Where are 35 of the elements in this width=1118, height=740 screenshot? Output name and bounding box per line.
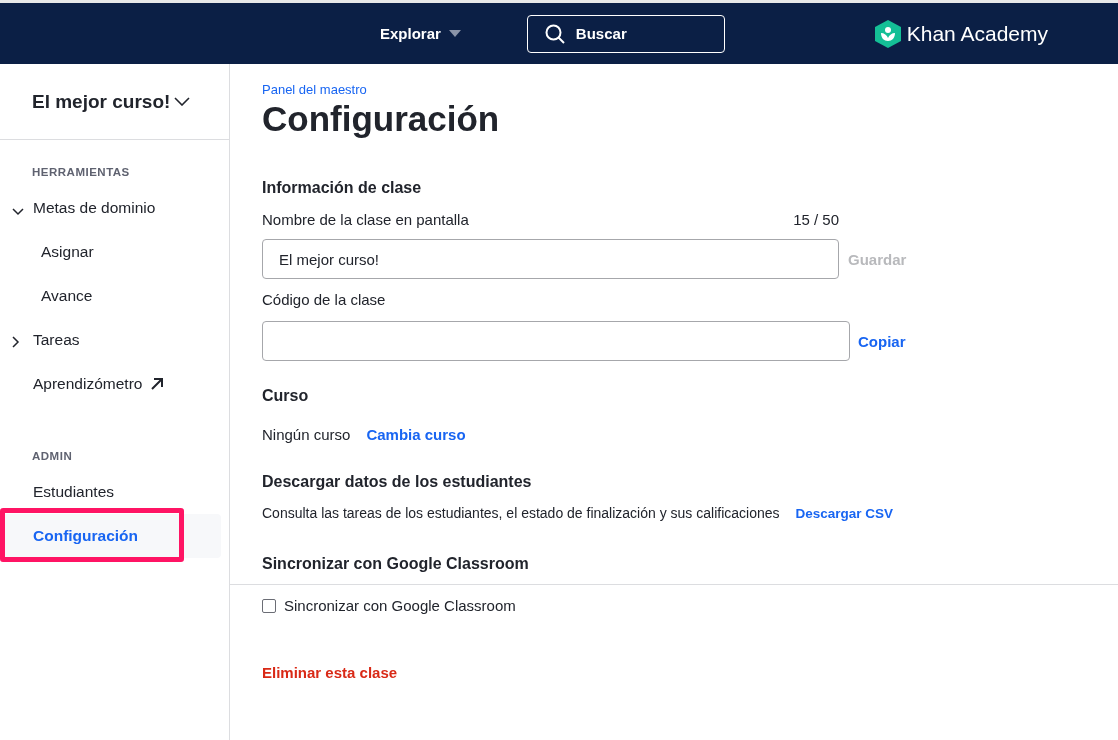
- nav-item[interactable]: Avance: [0, 274, 221, 318]
- search-field[interactable]: Buscar: [526, 14, 725, 53]
- explore-menu[interactable]: Explorar: [380, 25, 461, 42]
- course-selector[interactable]: El mejor curso!: [32, 90, 191, 113]
- section-heading: Información de clase: [262, 179, 423, 197]
- logo-text: Khan Academy: [906, 21, 1048, 46]
- page-title: Configuración: [262, 99, 501, 139]
- arrow-up-right-icon: [150, 377, 165, 391]
- breadcrumb-link[interactable]: Panel del maestro: [262, 82, 367, 97]
- field-label: Código de la clase: [262, 291, 387, 308]
- caret-down-icon: [448, 30, 461, 37]
- nav-item[interactable]: Estudiantes: [0, 470, 221, 514]
- section-heading: ADMIN: [31, 449, 74, 464]
- section-heading: Descargar datos de los estudiantes: [262, 473, 533, 491]
- change-course-link[interactable]: Cambia curso: [366, 426, 466, 443]
- class-name-field[interactable]: El mejor curso!: [262, 239, 839, 279]
- section-heading: Curso: [262, 387, 310, 405]
- class-code-field[interactable]: [262, 321, 850, 361]
- description-text: Consulta las tareas de los estudiantes, el estado de finalización y sus calificaciones: [262, 505, 780, 521]
- download-csv-link[interactable]: Descargar CSV: [795, 505, 894, 521]
- copy-button[interactable]: Copiar: [858, 332, 906, 350]
- sync-checkbox[interactable]: Sincronizar con Google Classroom: [262, 597, 1118, 614]
- chevron-down-icon: [174, 97, 191, 106]
- search-icon: [544, 23, 565, 44]
- delete-class-link[interactable]: Eliminar esta clase: [262, 664, 398, 681]
- nav-item[interactable]: Metas de dominio: [0, 186, 221, 230]
- nav-item[interactable]: Aprendizómetro: [0, 362, 221, 406]
- nav-item[interactable]: Asignar: [0, 230, 221, 274]
- character-counter: 15 / 50: [793, 211, 839, 228]
- nav-item[interactable]: Tareas: [0, 318, 221, 362]
- section-heading: HERRAMIENTAS: [31, 165, 131, 180]
- logo-icon: [874, 19, 901, 48]
- field-label: Nombre de la clase en pantalla: [262, 211, 469, 228]
- section-heading: Sincronizar con Google Classroom: [262, 555, 530, 573]
- course-value: Ningún curso: [262, 426, 351, 443]
